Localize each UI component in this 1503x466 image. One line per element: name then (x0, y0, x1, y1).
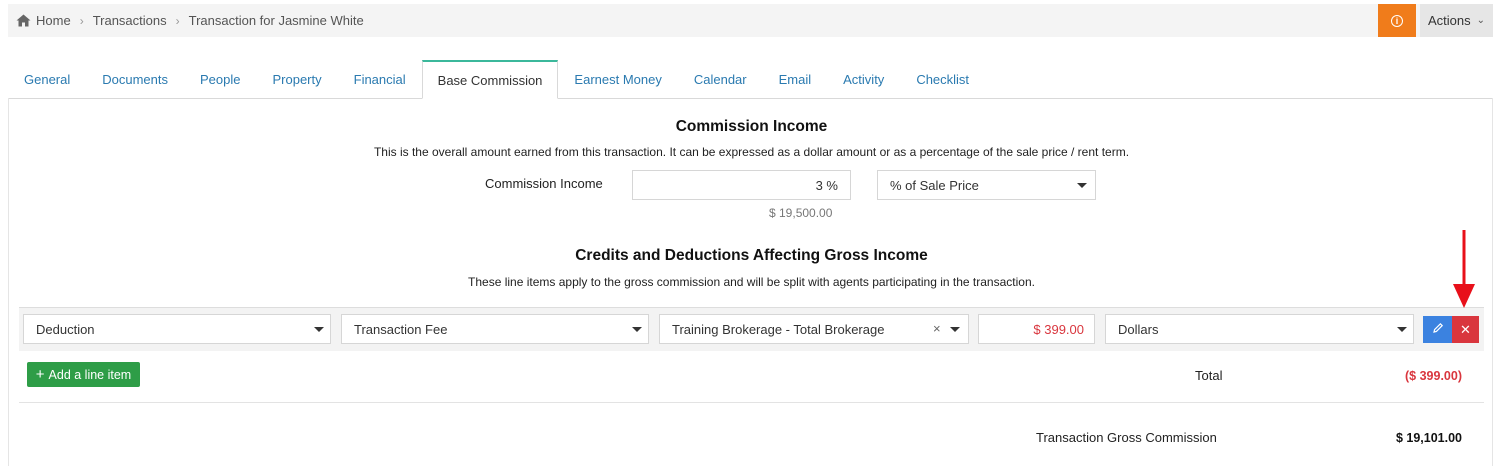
gross-commission-value: $ 19,101.00 (1395, 431, 1462, 445)
caret-down-icon (632, 327, 642, 332)
total-label: Total (1195, 368, 1223, 383)
commission-income-description: This is the overall amount earned from t… (373, 145, 1130, 159)
tab-email[interactable]: Email (763, 60, 828, 99)
clear-icon[interactable]: × (933, 321, 941, 336)
base-commission-panel: Commission Income This is the overall am… (8, 98, 1493, 466)
close-icon: ✕ (1460, 321, 1471, 337)
commission-computed-amount: $ 19,500.00 (769, 206, 833, 220)
home-icon[interactable] (16, 14, 31, 27)
tab-documents[interactable]: Documents (86, 60, 184, 99)
breadcrumb-bar: Home › Transactions › Transaction for Ja… (8, 4, 1493, 37)
delete-line-item-button[interactable]: ✕ (1452, 316, 1479, 343)
line-item-type-value: Deduction (36, 321, 95, 337)
edit-line-item-button[interactable] (1423, 316, 1452, 343)
tab-earnest-money[interactable]: Earnest Money (558, 60, 677, 99)
line-item-category-select[interactable]: Transaction Fee (341, 314, 649, 344)
line-item-payee-select[interactable]: Training Brokerage - Total Brokerage × (659, 314, 969, 344)
breadcrumb-home[interactable]: Home (36, 13, 71, 28)
info-button[interactable]: i (1378, 4, 1416, 37)
info-icon: i (1391, 14, 1403, 27)
tab-people[interactable]: People (184, 60, 256, 99)
tab-checklist[interactable]: Checklist (900, 60, 985, 99)
caret-down-icon (1397, 327, 1407, 332)
pencil-icon (1432, 322, 1444, 337)
credits-deductions-description: These line items apply to the gross comm… (468, 275, 1035, 289)
line-item-unit-value: Dollars (1118, 321, 1159, 337)
chevron-down-icon: ⌄ (1476, 15, 1486, 26)
commission-income-label: Commission Income (485, 176, 603, 191)
commission-basis-select[interactable]: % of Sale Price (877, 170, 1096, 200)
line-item-amount-input[interactable]: $ 399.00 (978, 314, 1095, 344)
annotation-arrow-icon (1453, 230, 1475, 308)
gross-commission-label: Transaction Gross Commission (1036, 430, 1217, 445)
tab-financial[interactable]: Financial (338, 60, 422, 99)
tab-base-commission[interactable]: Base Commission (421, 60, 559, 99)
section-divider (19, 402, 1484, 403)
add-line-item-button[interactable]: + Add a line item (27, 362, 140, 387)
tab-activity[interactable]: Activity (827, 60, 900, 99)
credits-deductions-title: Credits and Deductions Affecting Gross I… (575, 247, 928, 264)
breadcrumb-transactions[interactable]: Transactions (93, 13, 167, 28)
actions-dropdown[interactable]: Actions ⌄ (1420, 4, 1493, 37)
tab-bar: General Documents People Property Financ… (8, 60, 985, 99)
commission-income-value: 3 % (815, 177, 838, 193)
chevron-right-icon: › (79, 13, 84, 28)
line-item-payee-value: Training Brokerage - Total Brokerage (672, 321, 885, 337)
chevron-right-icon: › (175, 13, 180, 28)
commission-income-title: Commission Income (675, 118, 828, 135)
plus-icon: + (35, 366, 45, 383)
add-line-item-label: Add a line item (48, 367, 132, 382)
breadcrumb-current: Transaction for Jasmine White (188, 13, 364, 28)
actions-label: Actions (1427, 13, 1471, 28)
total-value: ($ 399.00) (1405, 369, 1462, 383)
line-item-category-value: Transaction Fee (354, 321, 448, 337)
line-item-unit-select[interactable]: Dollars (1105, 314, 1414, 344)
caret-down-icon (1077, 183, 1087, 188)
caret-down-icon (314, 327, 324, 332)
tab-general[interactable]: General (8, 60, 86, 99)
line-item-type-select[interactable]: Deduction (23, 314, 331, 344)
tab-property[interactable]: Property (256, 60, 337, 99)
tab-calendar[interactable]: Calendar (678, 60, 763, 99)
breadcrumb: Home › Transactions › Transaction for Ja… (16, 4, 364, 37)
caret-down-icon (950, 327, 960, 332)
line-item-amount-value: $ 399.00 (1033, 321, 1084, 337)
commission-income-input[interactable]: 3 % (632, 170, 851, 200)
commission-basis-value: % of Sale Price (890, 177, 979, 193)
